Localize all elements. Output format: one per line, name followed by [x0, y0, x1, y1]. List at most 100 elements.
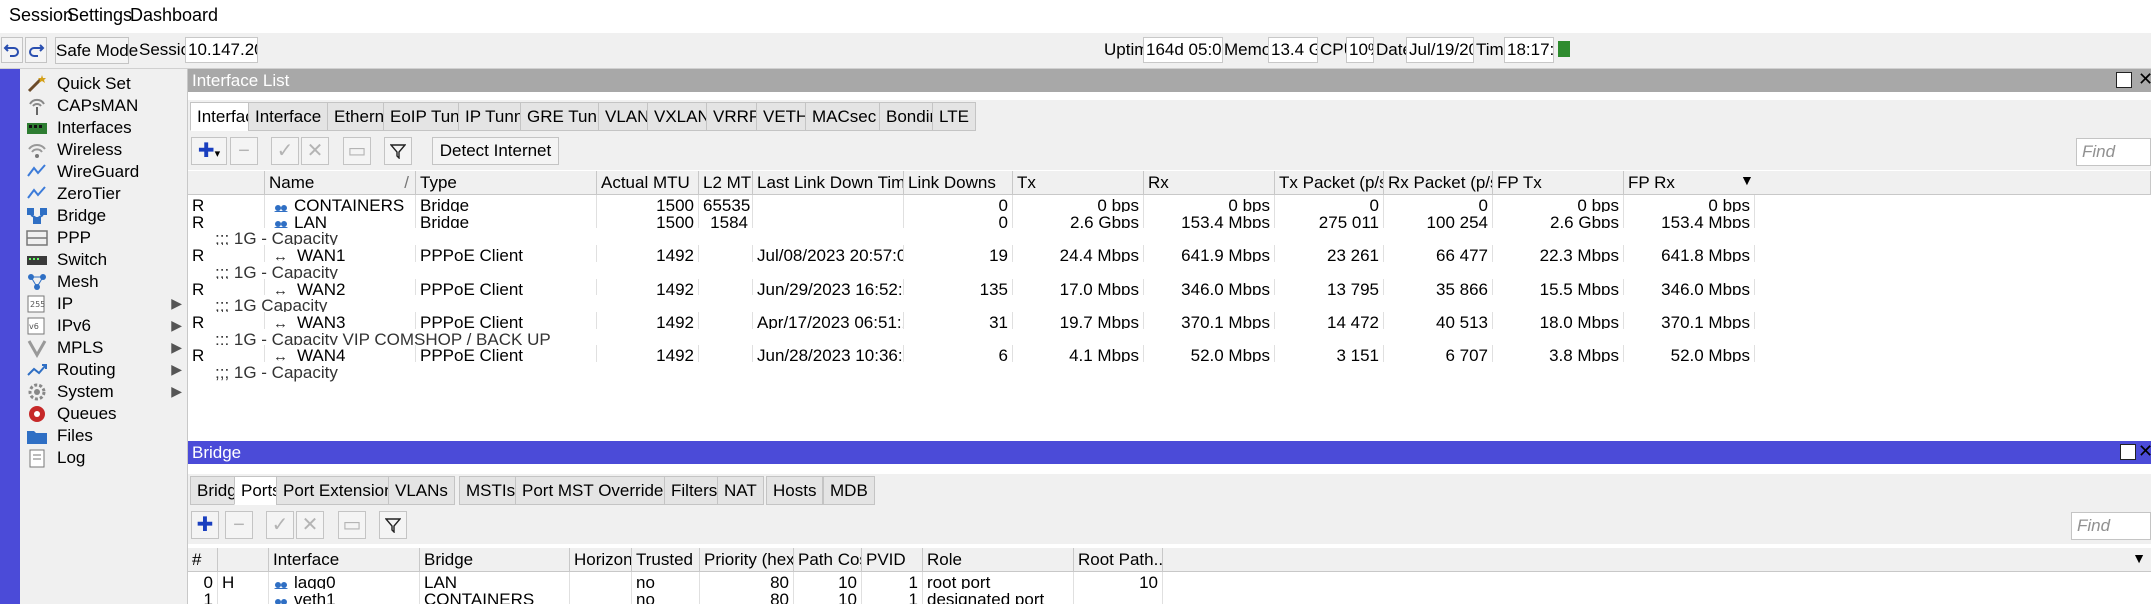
bridge-tabs: Bridge Ports Port Extensions VLANs MSTIs Port… — [188, 474, 2151, 507]
enable-button[interactable]: ✓ — [271, 137, 299, 165]
find-input[interactable]: Find — [2076, 138, 2151, 166]
cell-pvid: 1 — [862, 589, 923, 604]
col-actual-mtu[interactable]: Actual MTU — [597, 171, 699, 195]
filter-button[interactable] — [384, 137, 412, 165]
row-comment: ;;; 1G - Capacity — [215, 363, 338, 382]
col-link-downs[interactable]: Link Downs — [904, 171, 1013, 195]
tab-nat[interactable]: NAT — [717, 476, 764, 505]
col-fp-tx[interactable]: FP Tx — [1493, 171, 1624, 195]
bridge-table-body: 0 Hlagg0 LAN no 80 10 1 root port 10 1 veth1 CONTAI… — [0, 572, 2151, 604]
filter-button[interactable] — [379, 511, 407, 539]
cell-interface: veth1 — [269, 589, 420, 604]
col-path-cost[interactable]: Path Cost — [794, 548, 862, 572]
cell-horizon — [570, 589, 632, 604]
col-name[interactable]: Name / — [265, 171, 416, 195]
find-input[interactable]: Find — [2071, 512, 2151, 540]
col-fp-rx[interactable]: FP Rx ▼ — [1624, 171, 2151, 195]
bridge-table-header: # Interface Bridge Horizon Trusted Prior… — [188, 548, 2151, 572]
tab-mstis[interactable]: MSTIs — [459, 476, 523, 505]
tab-port-mst-overrides[interactable]: Port MST Overrides — [515, 476, 679, 505]
cpu-value: 10% — [1346, 37, 1374, 63]
table-row[interactable]: 1 veth1 CONTAINERS no 80 10 1 designated port — [188, 589, 2151, 604]
col-tx[interactable]: Tx — [1013, 171, 1144, 195]
close-icon[interactable]: ✕ — [2138, 69, 2151, 90]
menubar: Session Settings Dashboard — [0, 0, 2151, 33]
col-trusted[interactable]: Trusted — [632, 548, 700, 572]
disable-button[interactable]: ✕ — [296, 511, 324, 539]
sidebar-item-label: Log — [57, 448, 86, 467]
interface-actionbar: ✚▾ − ✓ ✕ ▭ Detect Internet Find — [188, 132, 2151, 170]
col-root-path[interactable]: Root Path... — [1074, 548, 1163, 572]
filter-icon — [389, 144, 407, 160]
status-indicator — [1558, 41, 1570, 57]
menu-session[interactable]: Session — [9, 5, 73, 26]
toolbar: Safe Mode Session: 10.147.20.80 Uptime: … — [0, 33, 2151, 69]
cell-priority: 80 — [700, 589, 794, 604]
col-bridge[interactable]: Bridge — [420, 548, 570, 572]
comment-row[interactable]: ;;; 1G - Capacity — [188, 362, 2151, 385]
close-icon[interactable]: ✕ — [2138, 441, 2151, 462]
menu-dashboard[interactable]: Dashboard — [130, 5, 218, 26]
remove-button[interactable]: − — [225, 511, 253, 539]
col-priority[interactable]: Priority (hex) — [700, 548, 794, 572]
col-num[interactable]: # — [188, 548, 218, 572]
col-pvid[interactable]: PVID — [862, 548, 923, 572]
port-name: veth1 — [294, 590, 336, 604]
time-value: 18:17:05 — [1504, 37, 1554, 63]
sidebar-item-log[interactable]: Log — [20, 443, 188, 473]
interface-tabs: Interface Interface List Ethernet EoIP Tunn… — [188, 100, 2151, 133]
interface-window-titlebar[interactable]: Interface List ✕ — [188, 69, 2151, 92]
bridge-window-titlebar[interactable]: Bridge ✕ — [188, 441, 2151, 464]
cell-root-path — [1074, 589, 1163, 604]
bridge-icon — [273, 217, 289, 233]
col-flags[interactable] — [218, 548, 269, 572]
remove-button[interactable]: − — [230, 137, 258, 165]
col-type[interactable]: Type — [416, 171, 597, 195]
date-value: Jul/19/2023 — [1406, 37, 1474, 63]
memory-value: 13.4 GiB — [1268, 37, 1318, 63]
bridge-actionbar: ✚ − ✓ ✕ ▭ Find — [188, 506, 2151, 544]
tab-macsec[interactable]: MACsec — [805, 102, 884, 131]
window-title: Interface List — [192, 71, 290, 90]
menu-settings[interactable]: Settings — [67, 5, 132, 26]
col-last-link-down[interactable]: Last Link Down Time — [753, 171, 904, 195]
col-l2-mtu[interactable]: L2 MTU — [699, 171, 753, 195]
comment-button[interactable]: ▭ — [343, 137, 371, 165]
col-rx[interactable]: Rx — [1144, 171, 1275, 195]
enable-button[interactable]: ✓ — [266, 511, 294, 539]
comment-button[interactable]: ▭ — [338, 511, 366, 539]
bridge-port-icon — [273, 578, 289, 593]
tab-lte[interactable]: LTE — [932, 102, 976, 131]
tab-hosts[interactable]: Hosts — [766, 476, 824, 505]
tab-vlans[interactable]: VLANs — [388, 476, 455, 505]
maximize-button[interactable] — [2120, 444, 2136, 460]
log-icon — [26, 448, 48, 468]
safe-mode-button[interactable]: Safe Mode — [55, 37, 138, 64]
undo-icon — [3, 44, 19, 57]
col-flags[interactable] — [188, 171, 265, 195]
bridge-port-icon — [273, 595, 289, 604]
add-button[interactable]: ✚▾ — [191, 137, 227, 165]
cell-trusted: no — [632, 589, 700, 604]
col-tx-packet[interactable]: Tx Packet (p/s) — [1275, 171, 1384, 195]
interface-table-header: Name/ Type Actual MTU L2 MTU Last Link D… — [188, 171, 2151, 195]
maximize-button[interactable] — [2116, 72, 2132, 88]
col-horizon[interactable]: Horizon — [570, 548, 632, 572]
session-value: 10.147.20.80 — [185, 37, 258, 63]
col-spacer: ▼ — [1163, 548, 2151, 572]
add-button[interactable]: ✚ — [191, 511, 219, 539]
disable-button[interactable]: ✕ — [301, 137, 329, 165]
cell-path-cost: 10 — [794, 589, 862, 604]
cell-flag — [218, 589, 269, 604]
col-role[interactable]: Role — [923, 548, 1074, 572]
tab-mdb[interactable]: MDB — [823, 476, 875, 505]
col-interface[interactable]: Interface — [269, 548, 420, 572]
cell-bridge: CONTAINERS — [420, 589, 570, 604]
undo-button[interactable] — [1, 37, 23, 63]
tab-filters[interactable]: Filters — [664, 476, 725, 505]
uptime-value: 164d 05:09:09 — [1143, 37, 1223, 63]
detect-internet-button[interactable]: Detect Internet — [432, 137, 559, 165]
redo-button[interactable] — [25, 37, 47, 63]
col-rx-packet[interactable]: Rx Packet (p/s) — [1384, 171, 1493, 195]
filter-icon — [384, 518, 402, 534]
